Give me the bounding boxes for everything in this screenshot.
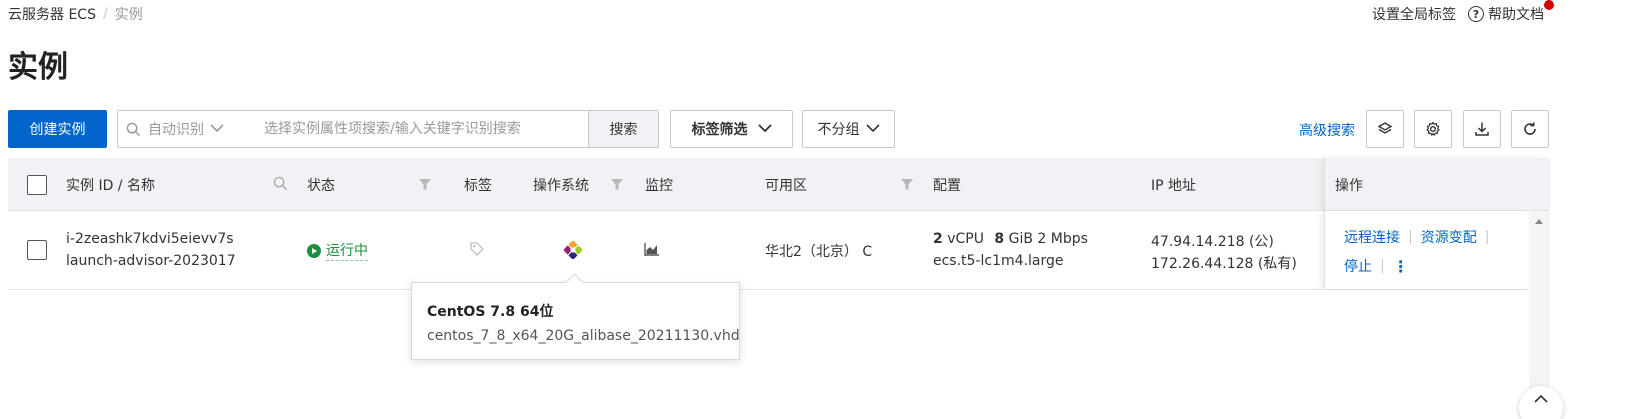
- private-ip: 172.26.44.128 (私有): [1151, 256, 1297, 272]
- stop-link[interactable]: 停止: [1344, 256, 1372, 276]
- os-tooltip-image: centos_7_8_x64_20G_alibase_20211130.vhd: [427, 328, 740, 344]
- centos-logo-icon[interactable]: [563, 240, 583, 263]
- gear-icon: [1426, 121, 1440, 137]
- cpu-count: 2: [933, 231, 943, 247]
- filter-icon[interactable]: [610, 177, 624, 195]
- scroll-up-arrow-icon[interactable]: [1535, 219, 1543, 224]
- breadcrumb-current: 实例: [114, 7, 143, 23]
- remote-connect-link[interactable]: 远程连接: [1344, 227, 1400, 247]
- divider: |: [1380, 258, 1385, 274]
- page-title: 实例: [8, 50, 68, 85]
- group-label: 不分组: [817, 122, 860, 138]
- search-mode-label: 自动识别: [148, 122, 204, 138]
- actions-cell: 远程连接 | 资源变配 | 停止 | ⋮: [1324, 211, 1528, 289]
- monitor-chart-icon[interactable]: [644, 242, 660, 260]
- column-id-name: 实例 ID / 名称: [66, 177, 155, 194]
- create-instance-button[interactable]: 创建实例: [8, 110, 107, 148]
- chevron-up-icon: [1534, 394, 1548, 403]
- layers-icon: [1377, 122, 1393, 134]
- status-badge: 运行中: [307, 240, 368, 261]
- resize-link[interactable]: 资源变配: [1421, 227, 1477, 247]
- actions-column-header: 操作: [1324, 158, 1550, 211]
- row-checkbox[interactable]: [27, 240, 47, 260]
- breadcrumb-ecs-link[interactable]: 云服务器 ECS: [8, 4, 96, 24]
- search-input[interactable]: [248, 111, 588, 147]
- tag-filter-label: 标签筛选: [691, 122, 748, 138]
- chevron-down-icon: [865, 121, 880, 137]
- column-tags: 标签: [464, 177, 492, 194]
- search-bar: 自动识别 搜索: [117, 110, 659, 148]
- actions-line-1: 远程连接 | 资源变配 |: [1344, 227, 1497, 247]
- group-dropdown[interactable]: 不分组: [802, 110, 895, 148]
- column-status: 状态: [307, 177, 335, 194]
- chevron-down-icon: [757, 121, 772, 137]
- help-docs-label: 帮助文档: [1488, 7, 1544, 23]
- search-button[interactable]: 搜索: [588, 111, 658, 147]
- memory-count: 8: [994, 231, 1005, 247]
- table-header: 实例 ID / 名称 状态 标签 操作系统 监控 可用区 配置 IP 地址 操作: [8, 158, 1550, 211]
- running-icon: [307, 243, 321, 258]
- instance-id-link[interactable]: i-2zeashk7kdvi5eievv7s: [66, 231, 234, 247]
- search-icon[interactable]: [273, 176, 288, 195]
- os-tooltip: CentOS 7.8 64位 centos_7_8_x64_20G_alibas…: [411, 282, 740, 360]
- select-all-checkbox-wrap: [27, 158, 47, 211]
- instance-name: launch-advisor-2023017: [66, 253, 236, 269]
- filter-icon[interactable]: [418, 177, 432, 195]
- memory-bandwidth: GiB 2 Mbps: [1008, 231, 1088, 247]
- public-ip: 47.94.14.218 (公): [1151, 234, 1274, 250]
- advanced-search-link[interactable]: 高级搜索: [1299, 120, 1355, 140]
- help-docs-link[interactable]: ? 帮助文档: [1468, 0, 1554, 24]
- os-tooltip-title: CentOS 7.8 64位: [427, 304, 554, 320]
- more-actions-icon[interactable]: ⋮: [1393, 257, 1409, 276]
- settings-button[interactable]: [1414, 110, 1452, 148]
- download-button[interactable]: [1463, 110, 1501, 148]
- table-row: i-2zeashk7kdvi5eievv7s launch-advisor-20…: [8, 211, 1528, 290]
- back-to-top-button[interactable]: [1519, 386, 1563, 419]
- config-spec: 2 vCPU 8 GiB 2 Mbps: [933, 231, 1088, 247]
- actions-line-2: 停止 | ⋮: [1344, 256, 1409, 276]
- download-icon: [1475, 122, 1489, 136]
- layers-button[interactable]: [1366, 110, 1404, 148]
- top-links: 设置全局标签 ? 帮助文档: [1372, 0, 1554, 24]
- column-zone: 可用区: [765, 177, 807, 194]
- divider: |: [1484, 229, 1490, 245]
- notification-dot: [1544, 0, 1554, 10]
- search-mode-select[interactable]: 自动识别: [148, 111, 248, 147]
- column-os: 操作系统: [533, 177, 589, 194]
- column-ip: IP 地址: [1151, 177, 1197, 194]
- refresh-button[interactable]: [1511, 110, 1549, 148]
- zone-text: 华北2（北京） C: [765, 244, 873, 260]
- search-icon: [118, 111, 148, 147]
- divider: |: [1408, 229, 1413, 245]
- filter-icon[interactable]: [900, 177, 914, 195]
- column-monitor: 监控: [645, 177, 673, 194]
- select-all-checkbox[interactable]: [27, 174, 47, 195]
- column-actions: 操作: [1335, 177, 1363, 194]
- breadcrumb-separator: /: [102, 6, 108, 22]
- column-config: 配置: [933, 177, 961, 194]
- chevron-down-icon: [210, 121, 224, 137]
- global-tags-link[interactable]: 设置全局标签: [1372, 4, 1456, 24]
- tag-filter-dropdown[interactable]: 标签筛选: [670, 110, 793, 148]
- breadcrumb: 云服务器 ECS / 实例: [8, 4, 143, 24]
- cpu-unit: vCPU: [947, 231, 984, 247]
- refresh-icon: [1524, 122, 1536, 135]
- help-icon: ?: [1468, 6, 1484, 22]
- status-text: 运行中: [326, 240, 368, 261]
- tag-icon[interactable]: [469, 241, 485, 261]
- instance-type-link[interactable]: ecs.t5-lc1m4.large: [933, 253, 1063, 269]
